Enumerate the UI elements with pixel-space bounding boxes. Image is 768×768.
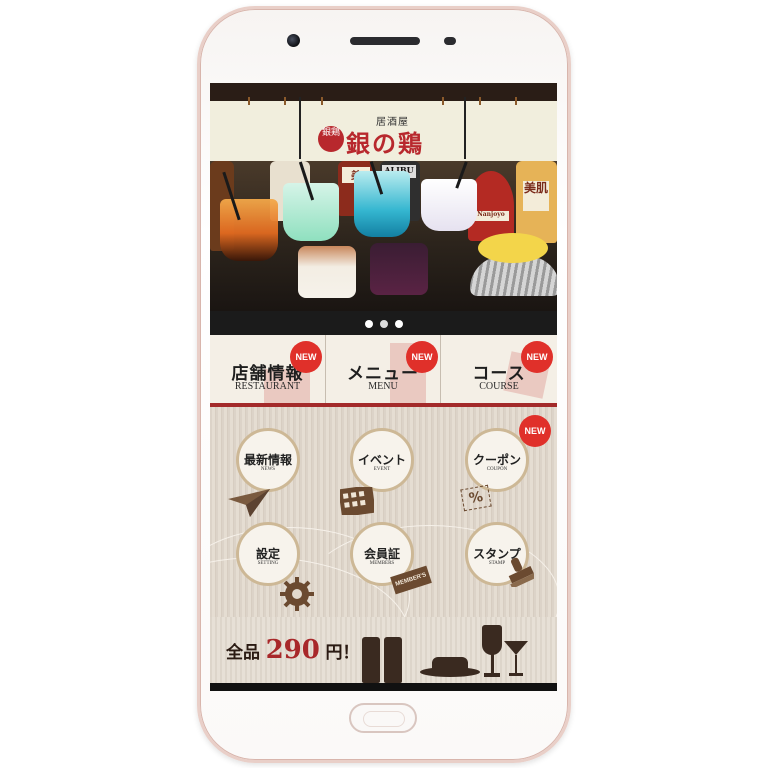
carousel-dot-2[interactable] <box>380 320 388 328</box>
calendar-icon <box>340 487 374 515</box>
noren-divider <box>479 97 481 105</box>
paper-plane-icon <box>228 489 270 517</box>
beer-glass-icon <box>362 637 380 683</box>
noren-rod <box>210 83 557 101</box>
wine-glass-base <box>484 673 500 677</box>
button-label: クーポン <box>472 453 521 467</box>
button-label: 最新情報 <box>243 453 292 467</box>
category-restaurant[interactable]: 店舗情報 RESTAURANT NEW <box>210 335 326 403</box>
noren-divider <box>248 97 250 105</box>
app-screen: 銀鶏 居酒屋 銀の鶏 美 ALIBU Nanjoyo 美肌 <box>210 83 557 691</box>
lemon <box>478 233 548 263</box>
carousel-dot-1[interactable] <box>365 320 373 328</box>
orange-cocktail <box>220 199 278 261</box>
bottle-label: 美肌 <box>523 181 549 211</box>
coffee-jelly-drink <box>298 246 356 298</box>
new-badge: NEW <box>519 415 551 447</box>
carousel-indicator <box>210 311 557 335</box>
new-badge: NEW <box>290 341 322 373</box>
food-plate-icon <box>432 657 468 669</box>
noren-divider <box>442 97 444 105</box>
promo-suffix: 円！ <box>325 643 360 663</box>
home-button[interactable] <box>349 703 417 733</box>
new-badge: NEW <box>406 341 438 373</box>
news-button[interactable]: 最新情報 NEWS <box>236 428 300 492</box>
button-sub-label: COUPON <box>486 467 508 472</box>
bottle-label: Nanjoyo <box>473 211 509 221</box>
white-cocktail <box>421 179 477 231</box>
button-sub-label: NEWS <box>260 467 276 472</box>
carousel-dot-3[interactable] <box>395 320 403 328</box>
button-label: イベント <box>357 453 406 467</box>
app-header: 銀鶏 居酒屋 銀の鶏 <box>210 83 557 161</box>
front-camera-icon <box>287 34 300 47</box>
wine-glass-icon <box>482 625 502 655</box>
proximity-sensor <box>444 37 456 45</box>
wine-glass-stem <box>491 653 494 675</box>
hero-carousel-image[interactable]: 美 ALIBU Nanjoyo 美肌 <box>210 161 557 311</box>
noren-divider <box>321 97 323 105</box>
button-sub-label: SETTING <box>257 561 279 566</box>
earpiece-speaker <box>350 37 420 45</box>
cocktail-glass-icon <box>504 641 528 676</box>
category-sub-label: COURSE <box>479 381 519 392</box>
promo-price: 290 <box>265 635 320 665</box>
category-course[interactable]: コース COURSE NEW <box>441 335 557 403</box>
promo-banner[interactable]: 全品 290 円！ <box>210 617 557 683</box>
button-label: 設定 <box>255 547 280 561</box>
new-badge: NEW <box>521 341 553 373</box>
menu-grid: 最新情報 NEWS イベント EVENT クーポン COUPON % NEW 設… <box>210 407 557 691</box>
category-nav: 店舗情報 RESTAURANT NEW メニュー MENU NEW コース CO… <box>210 335 557 407</box>
gear-icon <box>280 577 314 611</box>
coupon-ticket-icon: % <box>460 484 492 512</box>
logo-title: 銀の鶏 <box>346 129 424 158</box>
button-sub-label: EVENT <box>373 467 391 472</box>
noren-divider <box>299 97 301 159</box>
category-sub-label: RESTAURANT <box>234 381 301 392</box>
stamp-icon <box>508 557 534 587</box>
promo-text: 全品 290 円！ <box>226 635 359 665</box>
button-sub-label: MEMBERS <box>369 561 395 566</box>
noren-divider <box>464 97 466 159</box>
dark-cocktail <box>370 243 428 295</box>
noren-divider <box>515 97 517 105</box>
category-menu[interactable]: メニュー MENU NEW <box>326 335 441 403</box>
logo-badge: 銀鶏 <box>318 126 344 152</box>
button-label: 会員証 <box>363 547 400 561</box>
bottom-edge <box>210 683 557 691</box>
blue-cocktail <box>354 171 410 237</box>
beer-glass-icon <box>384 637 402 683</box>
event-button[interactable]: イベント EVENT <box>350 428 414 492</box>
coupon-button[interactable]: クーポン COUPON <box>465 428 529 492</box>
promo-prefix: 全品 <box>226 643 260 663</box>
category-sub-label: MENU <box>368 381 398 392</box>
noren-divider <box>284 97 286 105</box>
